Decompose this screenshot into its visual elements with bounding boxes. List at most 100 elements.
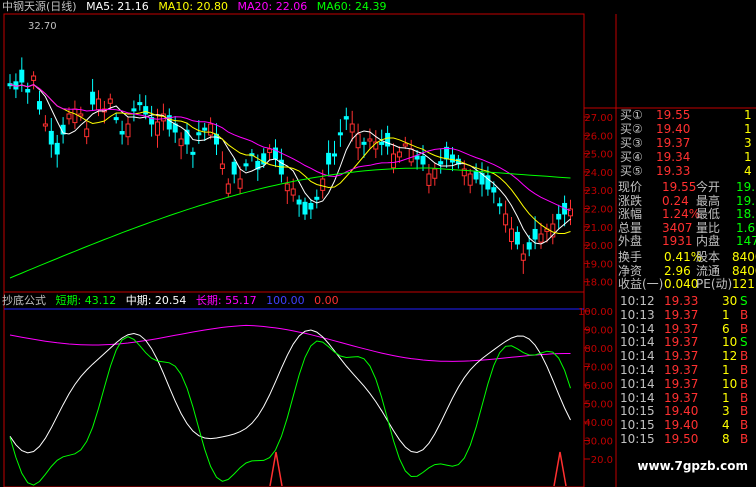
candle-body <box>361 141 367 145</box>
ind-tick-label: 20.0 <box>591 455 613 466</box>
trade-side: B <box>740 418 749 433</box>
trade-row: 10:15 19.50 8 B <box>616 432 756 446</box>
candle-body <box>31 75 37 81</box>
trade-volume: 10 <box>722 376 738 391</box>
price-tick-label: 24.00 <box>584 168 613 179</box>
fund-value: 8400 <box>732 250 756 264</box>
candle-body <box>396 151 402 158</box>
ind-tick-label: 90.00 <box>584 326 613 337</box>
candle-body <box>355 133 361 149</box>
trade-row: 10:14 19.37 10 B <box>616 377 756 391</box>
candle-body <box>467 173 473 186</box>
bid-volume: 1 <box>744 108 752 122</box>
bid-row: 买③ 19.37 3 <box>616 136 756 150</box>
long-term-line <box>9 324 571 362</box>
trade-row: 10:15 19.40 4 B <box>616 418 756 432</box>
trade-price: 19.37 <box>664 376 699 391</box>
bid-label: 买③ <box>620 136 643 150</box>
trade-volume: 8 <box>722 432 730 446</box>
candle-body <box>119 131 125 135</box>
trade-time: 10:13 <box>620 307 655 322</box>
candle-body <box>497 203 503 207</box>
watermark: www.7gpzb.com <box>637 459 748 473</box>
trade-time: 10:14 <box>620 390 655 405</box>
candle-body <box>19 69 25 83</box>
candle-body <box>408 148 414 163</box>
trade-row: 10:13 19.37 1 B <box>616 308 756 322</box>
candle-body <box>284 183 290 192</box>
trade-side: B <box>740 307 749 322</box>
trade-price: 19.40 <box>664 418 699 433</box>
candle-body <box>538 233 544 243</box>
bid-volume: 3 <box>744 136 752 150</box>
stat-key: 今开 <box>696 180 721 194</box>
indicator-chart-frame <box>3 291 585 487</box>
trade-side: B <box>740 404 749 419</box>
trade-price: 19.37 <box>664 335 699 350</box>
quote-panel: 买① 19.55 1 买② 19.40 1 买③ 19.37 3 买④ 19.34 1 买⑤ 19.33 4… <box>616 108 756 487</box>
trade-row: 10:15 19.40 3 B <box>616 404 756 418</box>
candle-body <box>190 151 196 155</box>
ma60-label: MA60: 24.39 <box>316 0 387 13</box>
stat-key: 内盘 <box>696 234 721 248</box>
trade-side: B <box>740 363 749 377</box>
candle-body <box>54 142 60 155</box>
stat-key: 外盘 <box>618 234 643 248</box>
stat-value: 1.24% <box>662 207 701 221</box>
stat-value: 147 <box>736 234 756 248</box>
trade-side: S <box>740 335 748 350</box>
trade-volume: 1 <box>722 307 730 322</box>
candlesticks <box>7 57 573 274</box>
candle-body <box>526 242 532 250</box>
trade-volume: 12 <box>722 349 738 364</box>
candle-body <box>48 130 54 145</box>
candle-body <box>532 228 538 240</box>
price-tick-label: 22.00 <box>584 205 613 216</box>
candle-body <box>196 132 202 136</box>
candle-body <box>514 231 520 245</box>
trade-price: 19.33 <box>664 294 699 308</box>
candle-body <box>237 178 243 189</box>
trade-time: 10:14 <box>620 349 655 364</box>
stat-row: 涨跌 0.24 最高 19.9 <box>616 194 756 208</box>
bid-volume: 1 <box>744 150 752 164</box>
ind-tick-label: 40.00 <box>584 418 613 429</box>
trade-time: 10:14 <box>620 363 655 377</box>
trade-time: 10:15 <box>620 418 655 433</box>
candle-body <box>450 154 455 163</box>
bid-label: 买⑤ <box>620 164 643 178</box>
candle-body <box>107 98 113 104</box>
trade-row: 10:14 19.37 6 B <box>616 322 756 336</box>
price-tick-label: 19.00 <box>584 259 613 270</box>
price-header: 中钢天源(日线) MA5: 21.16 MA10: 20.80 MA20: 22… <box>2 0 392 14</box>
fund-value: 0.040 <box>664 277 699 291</box>
candle-body <box>231 161 237 175</box>
candle-body <box>414 155 420 160</box>
trade-time: 10:15 <box>620 432 655 446</box>
fund-value: 121 <box>732 277 755 291</box>
candle-body <box>314 196 320 200</box>
trade-side: S <box>740 294 748 308</box>
candle-body <box>178 138 184 147</box>
candle-body <box>66 113 72 120</box>
stat-value: 18.9 <box>736 207 756 221</box>
trade-price: 19.40 <box>664 404 699 419</box>
bid-volume: 1 <box>744 122 752 136</box>
stat-value: 1.6 <box>736 220 756 235</box>
indicator-axis: 100.00 90.00 80.00 70.00 60.00 50.00 40.00 30.0… <box>578 307 613 466</box>
bid-row: 买① 19.55 1 <box>616 108 756 122</box>
trade-volume: 3 <box>722 404 730 419</box>
trade-volume: 4 <box>722 418 730 433</box>
price-axis: 27.00 26.00 25.00 24.00 23.00 22.00 21.00 20.00… <box>584 113 613 289</box>
trade-price: 19.37 <box>664 321 699 336</box>
price-tick-label: 18.00 <box>584 278 613 289</box>
candle-body <box>343 116 349 120</box>
bid-price: 19.33 <box>656 164 691 178</box>
candle-body <box>337 132 343 136</box>
indicator-name[interactable]: 抄底公式 <box>2 294 46 307</box>
candle-body <box>219 163 225 169</box>
trade-side: B <box>740 390 749 405</box>
trade-price: 19.37 <box>664 307 699 322</box>
indicator-header: 抄底公式 短期: 43.12 中期: 20.54 长期: 55.17 100.0… <box>2 294 345 308</box>
short-term-label: 短期: 43.12 <box>55 294 117 307</box>
